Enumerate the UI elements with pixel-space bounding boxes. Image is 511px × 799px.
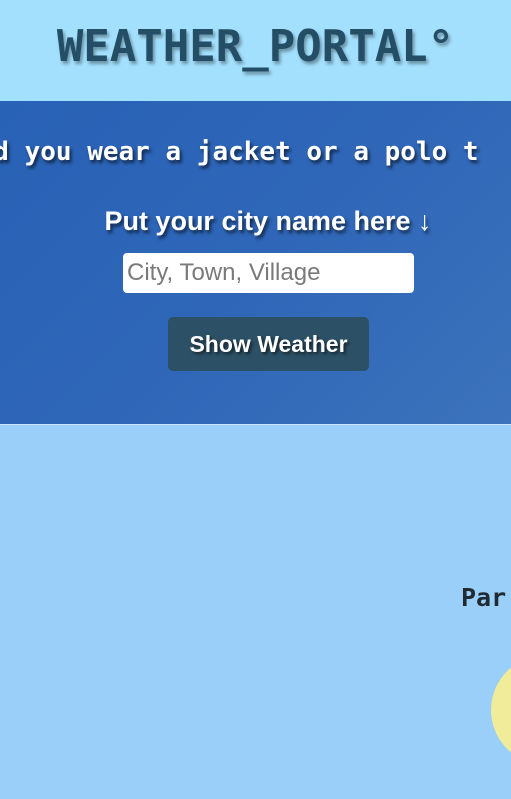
site-header: WEATHER_PORTAL° <box>0 0 511 101</box>
search-panel: uld you wear a jacket or a polo t Put yo… <box>0 101 511 425</box>
scrolling-question: uld you wear a jacket or a polo t <box>0 137 479 167</box>
city-search-input[interactable] <box>123 253 414 293</box>
show-weather-button[interactable]: Show Weather <box>168 317 369 371</box>
city-prompt-label: Put your city name here ↓ <box>104 206 432 236</box>
weather-results: Par <box>0 425 511 799</box>
location-name: Par <box>461 583 507 612</box>
site-title: WEATHER_PORTAL° <box>56 21 455 72</box>
sun-icon <box>491 655 511 765</box>
